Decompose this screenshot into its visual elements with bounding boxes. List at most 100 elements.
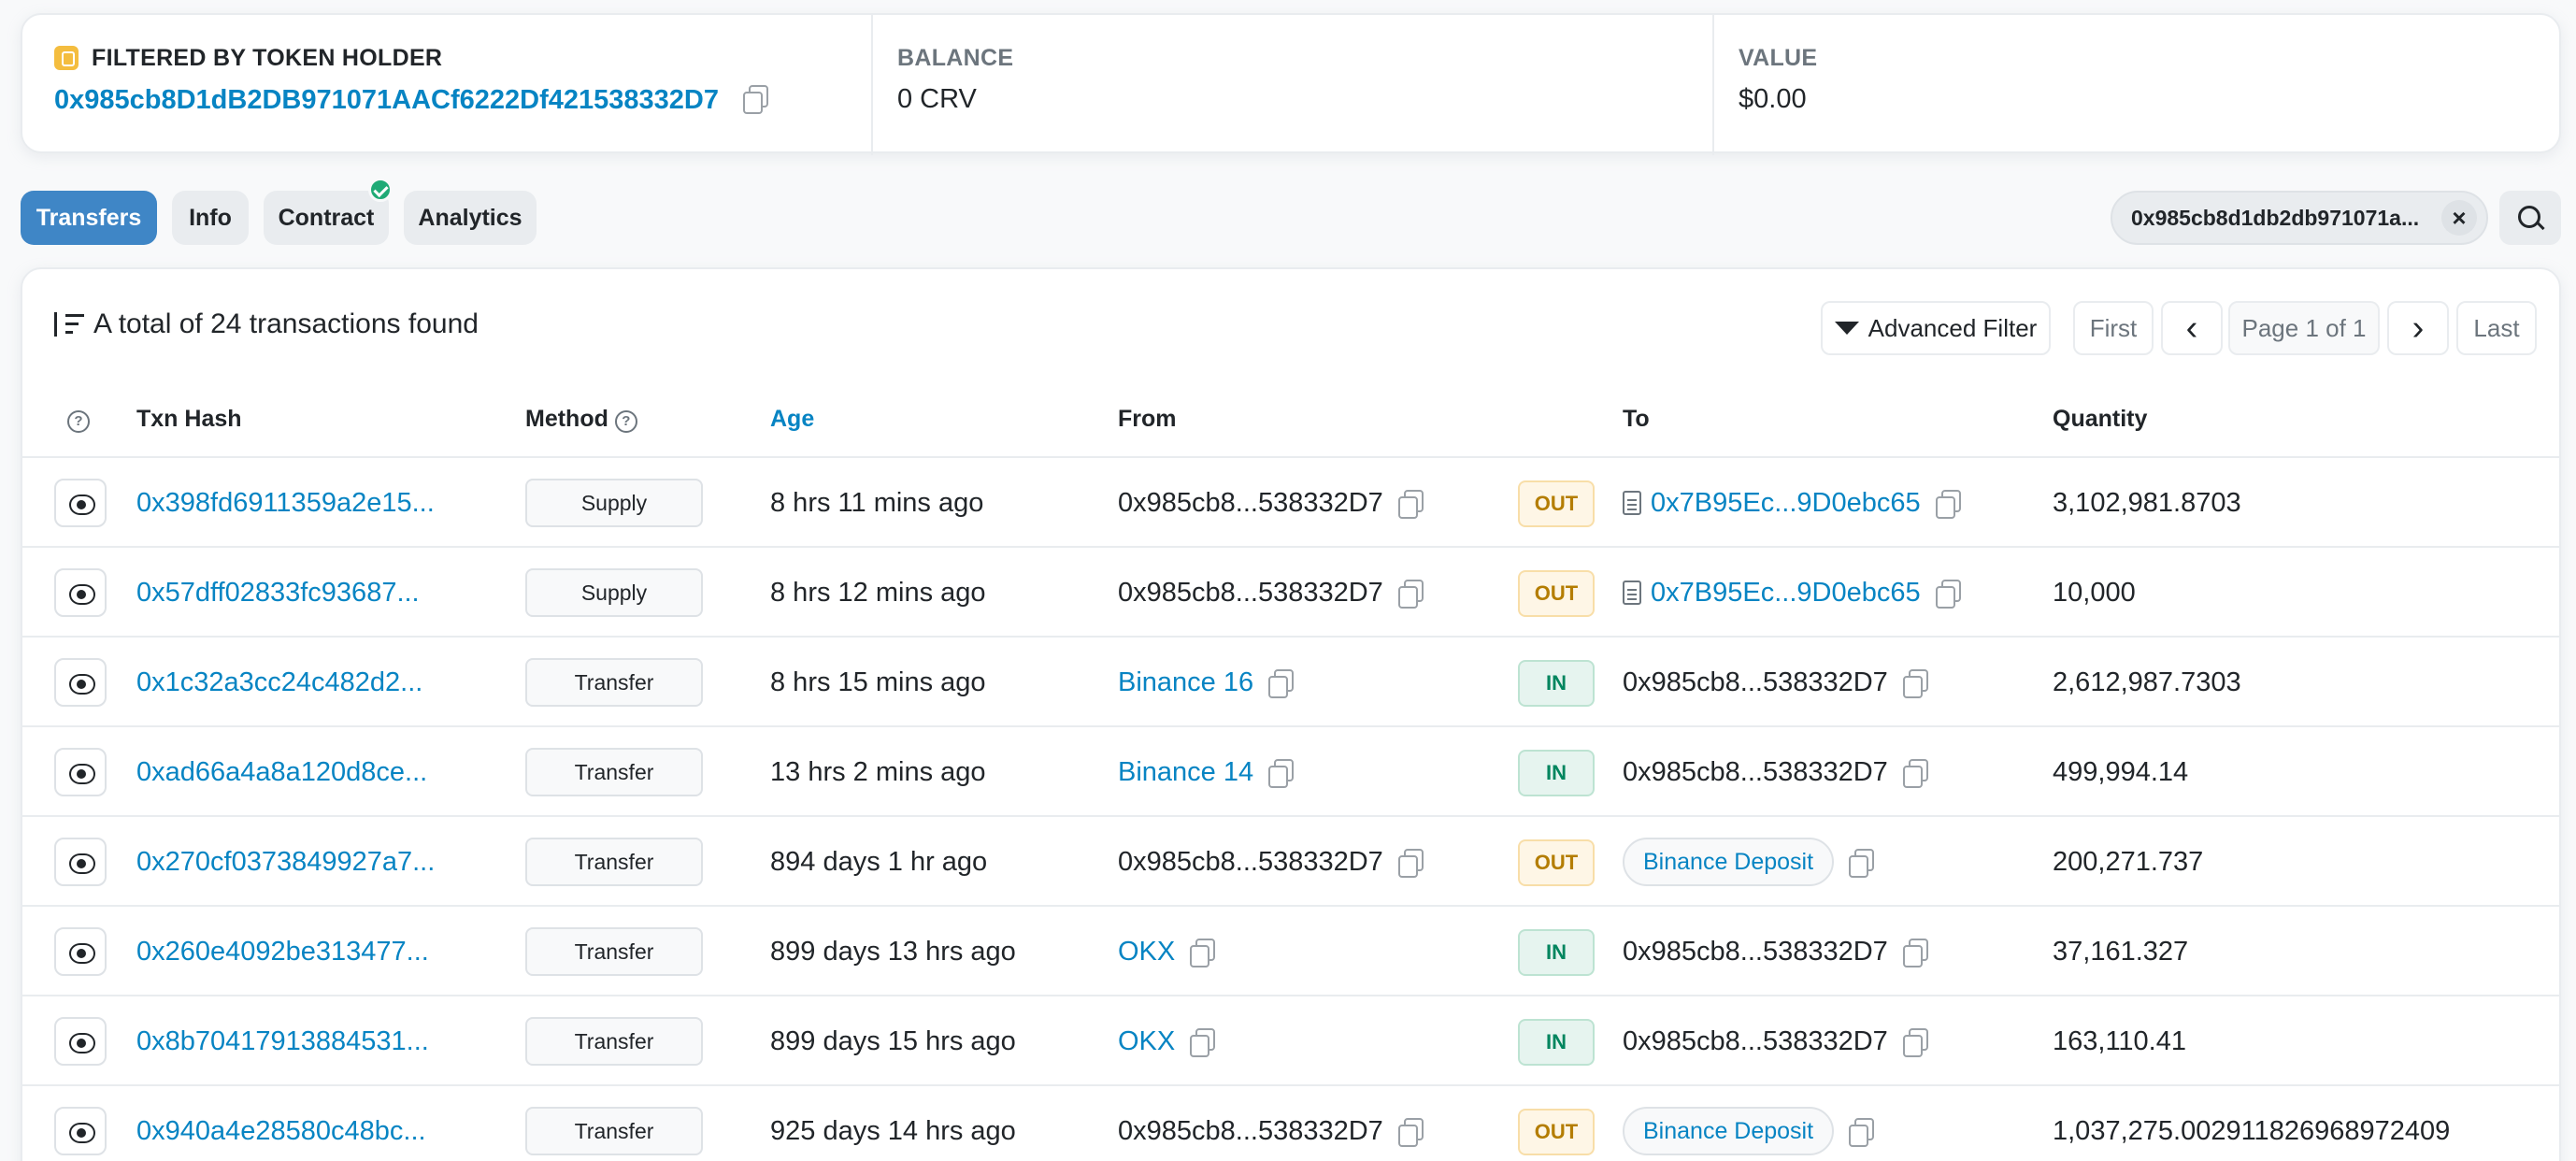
holder-address-link[interactable]: 0x985cb8D1dB2DB971071AACf6222Df421538332…	[54, 85, 719, 115]
copy-icon[interactable]	[1267, 668, 1295, 698]
copy-icon[interactable]	[1847, 1117, 1875, 1147]
filter-label: FILTERED BY TOKEN HOLDER	[92, 45, 443, 71]
direction-badge: OUT	[1518, 1109, 1595, 1155]
eye-icon[interactable]	[54, 927, 107, 976]
table-row: 0x940a4e28580c48bc... Transfer 925 days …	[22, 1086, 2559, 1161]
to-cell: Binance Deposit	[1623, 1086, 1875, 1161]
copy-icon[interactable]	[741, 84, 769, 114]
copy-icon[interactable]	[1396, 1117, 1424, 1147]
copy-icon[interactable]	[1847, 848, 1875, 878]
quantity-text: 499,994.14	[2053, 756, 2189, 787]
to-address[interactable]: 0x985cb8...538332D7	[1623, 757, 1888, 788]
age-text: 8 hrs 12 mins ago	[770, 577, 986, 608]
from-cell: Binance 14	[1118, 727, 1295, 817]
quantity-text: 2,612,987.7303	[2053, 666, 2241, 697]
to-address-link[interactable]: 0x7B95Ec...9D0ebc65	[1651, 578, 1921, 609]
copy-icon[interactable]	[1901, 1027, 1928, 1057]
tab-transfers[interactable]: Transfers	[21, 191, 157, 245]
copy-icon[interactable]	[1396, 489, 1424, 519]
table-row: 0x8b70417913884531... Transfer 899 days …	[22, 996, 2559, 1086]
col-method: Method ?	[525, 406, 637, 433]
copy-icon[interactable]	[1396, 848, 1424, 878]
to-name-pill[interactable]: Binance Deposit	[1623, 1107, 1835, 1155]
holder-label-row: FILTERED BY TOKEN HOLDER	[54, 45, 442, 72]
txn-hash-link[interactable]: 0xad66a4a8a120d8ce...	[136, 727, 427, 817]
txn-hash-link[interactable]: 0x260e4092be313477...	[136, 907, 429, 996]
eye-icon[interactable]	[54, 479, 107, 527]
to-address[interactable]: 0x985cb8...538332D7	[1623, 1026, 1888, 1057]
to-cell: 0x985cb8...538332D7	[1623, 727, 1928, 817]
from-cell: OKX	[1118, 907, 1216, 996]
eye-icon[interactable]	[54, 658, 107, 707]
prev-page-button[interactable]: ‹	[2161, 301, 2223, 355]
help-icon[interactable]: ?	[67, 406, 90, 433]
method-help-icon[interactable]: ?	[614, 410, 637, 433]
table-header: ? Txn Hash Method ? Age From To Quantity	[22, 381, 2559, 458]
col-from: From	[1118, 406, 1177, 432]
col-method-label: Method	[525, 406, 608, 432]
from-address[interactable]: 0x985cb8...538332D7	[1118, 847, 1383, 878]
from-cell: Binance 16	[1118, 638, 1295, 727]
copy-icon[interactable]	[1901, 938, 1928, 968]
copy-icon[interactable]	[1267, 758, 1295, 788]
to-address[interactable]: 0x985cb8...538332D7	[1623, 937, 1888, 968]
copy-icon[interactable]	[1188, 1027, 1216, 1057]
copy-icon[interactable]	[1934, 579, 1961, 609]
from-name-link[interactable]: Binance 14	[1118, 757, 1253, 788]
active-filter-pill: 0x985cb8d1db2db971071a... ×	[2111, 191, 2488, 245]
quantity-text: 1,037,275.002911826968972409	[2053, 1115, 2451, 1146]
copy-icon[interactable]	[1901, 758, 1928, 788]
from-address[interactable]: 0x985cb8...538332D7	[1118, 488, 1383, 519]
to-address[interactable]: 0x985cb8...538332D7	[1623, 667, 1888, 698]
direction-badge: OUT	[1518, 570, 1595, 617]
to-cell: 0x7B95Ec...9D0ebc65	[1623, 548, 1961, 638]
from-name-link[interactable]: OKX	[1118, 937, 1175, 968]
value-value: $0.00	[1739, 84, 1807, 114]
eye-icon[interactable]	[54, 1017, 107, 1066]
eye-icon[interactable]	[54, 568, 107, 617]
search-button[interactable]	[2499, 191, 2561, 245]
from-address[interactable]: 0x985cb8...538332D7	[1118, 578, 1383, 609]
txn-hash-link[interactable]: 0x398fd6911359a2e15...	[136, 458, 435, 548]
copy-icon[interactable]	[1188, 938, 1216, 968]
direction-badge: IN	[1518, 750, 1595, 796]
method-badge: Transfer	[525, 927, 703, 976]
copy-icon[interactable]	[1934, 489, 1961, 519]
direction-badge: IN	[1518, 660, 1595, 707]
value-column: VALUE $0.00	[1712, 15, 2535, 155]
copy-icon[interactable]	[1396, 579, 1424, 609]
from-address[interactable]: 0x985cb8...538332D7	[1118, 1116, 1383, 1147]
tab-analytics[interactable]: Analytics	[404, 191, 537, 245]
method-badge: Transfer	[525, 838, 703, 886]
quantity-text: 200,271.737	[2053, 846, 2204, 877]
eye-icon[interactable]	[54, 1107, 107, 1155]
from-cell: 0x985cb8...538332D7	[1118, 1086, 1424, 1161]
clear-filter-icon[interactable]: ×	[2441, 200, 2477, 236]
eye-icon[interactable]	[54, 748, 107, 796]
tab-info[interactable]: Info	[172, 191, 249, 245]
col-age[interactable]: Age	[770, 406, 814, 433]
method-badge: Transfer	[525, 748, 703, 796]
to-address-link[interactable]: 0x7B95Ec...9D0ebc65	[1651, 488, 1921, 519]
sort-icon	[54, 310, 88, 338]
tab-contract[interactable]: Contract	[264, 178, 393, 245]
from-name-link[interactable]: Binance 16	[1118, 667, 1253, 698]
txn-hash-link[interactable]: 0x8b70417913884531...	[136, 996, 429, 1086]
direction-badge: IN	[1518, 1019, 1595, 1066]
copy-icon[interactable]	[1901, 668, 1928, 698]
eye-icon[interactable]	[54, 838, 107, 886]
last-page-button[interactable]: Last	[2456, 301, 2537, 355]
txn-hash-link[interactable]: 0x270cf0373849927a7...	[136, 817, 435, 907]
from-name-link[interactable]: OKX	[1118, 1026, 1175, 1057]
table-row: 0x1c32a3cc24c482d2... Transfer 8 hrs 15 …	[22, 638, 2559, 727]
first-page-button[interactable]: First	[2073, 301, 2154, 355]
next-page-button[interactable]: ›	[2387, 301, 2449, 355]
table-row: 0x260e4092be313477... Transfer 899 days …	[22, 907, 2559, 996]
txn-hash-link[interactable]: 0x1c32a3cc24c482d2...	[136, 638, 422, 727]
txn-hash-link[interactable]: 0x57dff02833fc93687...	[136, 548, 420, 638]
txn-hash-link[interactable]: 0x940a4e28580c48bc...	[136, 1086, 426, 1161]
age-text: 925 days 14 hrs ago	[770, 1115, 1016, 1146]
holder-address-row: 0x985cb8D1dB2DB971071AACf6222Df421538332…	[54, 84, 769, 116]
to-name-pill[interactable]: Binance Deposit	[1623, 838, 1835, 886]
advanced-filter-button[interactable]: Advanced Filter	[1821, 301, 2051, 355]
